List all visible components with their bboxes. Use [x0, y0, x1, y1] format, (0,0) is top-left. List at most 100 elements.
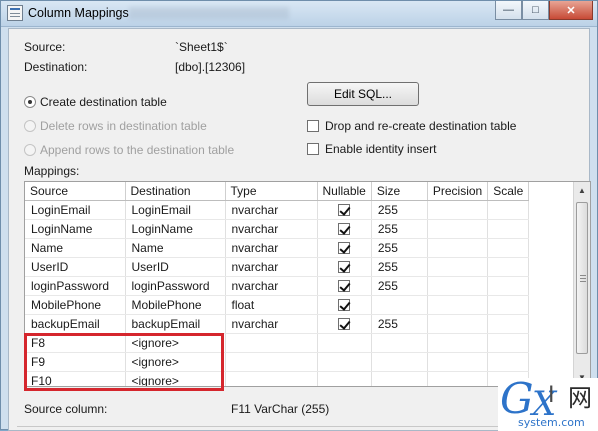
type-cell[interactable]	[225, 333, 318, 353]
nullable-checkbox[interactable]	[338, 318, 351, 331]
precision-cell[interactable]	[427, 219, 489, 239]
nullable-cell[interactable]	[317, 295, 372, 315]
nullable-checkbox[interactable]	[338, 299, 351, 312]
maximize-button[interactable]: □	[522, 1, 549, 20]
table-row[interactable]: MobilePhone MobilePhone float	[25, 295, 530, 315]
size-cell[interactable]: 255	[371, 314, 428, 334]
drop-recreate-label[interactable]: Drop and re-create destination table	[325, 119, 516, 133]
column-header[interactable]: Type	[225, 182, 318, 201]
scale-cell[interactable]	[487, 276, 530, 296]
append-rows-radio[interactable]	[24, 144, 36, 156]
size-cell[interactable]	[371, 352, 428, 372]
precision-cell[interactable]	[427, 333, 489, 353]
size-cell[interactable]: 255	[371, 200, 428, 220]
precision-cell[interactable]	[427, 238, 489, 258]
destination-cell[interactable]: UserID	[125, 257, 226, 277]
delete-rows-label[interactable]: Delete rows in destination table	[40, 119, 207, 133]
source-cell[interactable]: LoginEmail	[25, 200, 126, 220]
delete-rows-radio[interactable]	[24, 120, 36, 132]
scroll-up-icon[interactable]: ▲	[574, 182, 590, 199]
column-header[interactable]: Scale	[487, 182, 530, 201]
column-header[interactable]: Destination	[125, 182, 226, 201]
nullable-checkbox[interactable]	[338, 204, 351, 217]
create-destination-label[interactable]: Create destination table	[40, 95, 167, 109]
nullable-cell[interactable]	[317, 257, 372, 277]
scale-cell[interactable]	[487, 295, 530, 315]
nullable-cell[interactable]	[317, 314, 372, 334]
drop-recreate-checkbox[interactable]	[307, 120, 319, 132]
scale-cell[interactable]	[487, 352, 530, 372]
precision-cell[interactable]	[427, 371, 489, 386]
scroll-thumb[interactable]	[576, 202, 588, 354]
nullable-cell[interactable]	[317, 371, 372, 386]
type-cell[interactable]: nvarchar	[225, 314, 318, 334]
scale-cell[interactable]	[487, 219, 530, 239]
nullable-cell[interactable]	[317, 238, 372, 258]
nullable-cell[interactable]	[317, 352, 372, 372]
source-cell[interactable]: MobilePhone	[25, 295, 126, 315]
precision-cell[interactable]	[427, 276, 489, 296]
identity-insert-label[interactable]: Enable identity insert	[325, 142, 436, 156]
type-cell[interactable]: nvarchar	[225, 276, 318, 296]
table-row[interactable]: LoginName LoginName nvarchar 255	[25, 219, 530, 239]
size-cell[interactable]	[371, 371, 428, 386]
scale-cell[interactable]	[487, 333, 530, 353]
table-row[interactable]: loginPassword loginPassword nvarchar 255	[25, 276, 530, 296]
nullable-checkbox[interactable]	[338, 242, 351, 255]
source-cell[interactable]: Name	[25, 238, 126, 258]
destination-cell[interactable]: backupEmail	[125, 314, 226, 334]
destination-cell[interactable]: LoginName	[125, 219, 226, 239]
size-cell[interactable]: 255	[371, 238, 428, 258]
table-row[interactable]: F8 <ignore>	[25, 333, 530, 353]
nullable-cell[interactable]	[317, 333, 372, 353]
type-cell[interactable]: nvarchar	[225, 238, 318, 258]
title-bar[interactable]: Column Mappings — □ ✕	[1, 1, 597, 27]
precision-cell[interactable]	[427, 314, 489, 334]
vertical-scrollbar[interactable]: ▲ ▼	[573, 182, 590, 386]
destination-cell[interactable]: Name	[125, 238, 226, 258]
create-destination-radio[interactable]	[24, 96, 36, 108]
type-cell[interactable]: nvarchar	[225, 200, 318, 220]
precision-cell[interactable]	[427, 257, 489, 277]
type-cell[interactable]: float	[225, 295, 318, 315]
precision-cell[interactable]	[427, 295, 489, 315]
source-cell[interactable]: LoginName	[25, 219, 126, 239]
table-row[interactable]: Name Name nvarchar 255	[25, 238, 530, 258]
destination-cell[interactable]: <ignore>	[125, 333, 226, 353]
precision-cell[interactable]	[427, 200, 489, 220]
nullable-cell[interactable]	[317, 219, 372, 239]
column-header[interactable]: Source	[25, 182, 126, 201]
source-cell[interactable]: UserID	[25, 257, 126, 277]
table-row[interactable]: UserID UserID nvarchar 255	[25, 257, 530, 277]
table-row[interactable]: F10 <ignore>	[25, 371, 530, 386]
scale-cell[interactable]	[487, 238, 530, 258]
identity-insert-checkbox[interactable]	[307, 143, 319, 155]
table-row[interactable]: backupEmail backupEmail nvarchar 255	[25, 314, 530, 334]
nullable-checkbox[interactable]	[338, 261, 351, 274]
destination-cell[interactable]: <ignore>	[125, 352, 226, 372]
table-row[interactable]: LoginEmail LoginEmail nvarchar 255	[25, 200, 530, 220]
append-rows-label[interactable]: Append rows to the destination table	[40, 143, 234, 157]
scale-cell[interactable]	[487, 200, 530, 220]
nullable-checkbox[interactable]	[338, 280, 351, 293]
nullable-cell[interactable]	[317, 200, 372, 220]
source-cell[interactable]: loginPassword	[25, 276, 126, 296]
precision-cell[interactable]	[427, 352, 489, 372]
column-header[interactable]: Size	[371, 182, 428, 201]
source-cell[interactable]: F10	[25, 371, 126, 386]
size-cell[interactable]: 255	[371, 219, 428, 239]
edit-sql-button[interactable]: Edit SQL...	[307, 82, 419, 106]
type-cell[interactable]: nvarchar	[225, 219, 318, 239]
nullable-cell[interactable]	[317, 276, 372, 296]
source-cell[interactable]: F8	[25, 333, 126, 353]
type-cell[interactable]: nvarchar	[225, 257, 318, 277]
destination-cell[interactable]: loginPassword	[125, 276, 226, 296]
destination-cell[interactable]: MobilePhone	[125, 295, 226, 315]
column-header[interactable]: Nullable	[317, 182, 372, 201]
column-header[interactable]: Precision	[427, 182, 489, 201]
destination-cell[interactable]: <ignore>	[125, 371, 226, 386]
source-cell[interactable]: backupEmail	[25, 314, 126, 334]
source-cell[interactable]: F9	[25, 352, 126, 372]
type-cell[interactable]	[225, 371, 318, 386]
close-button[interactable]: ✕	[549, 1, 593, 20]
